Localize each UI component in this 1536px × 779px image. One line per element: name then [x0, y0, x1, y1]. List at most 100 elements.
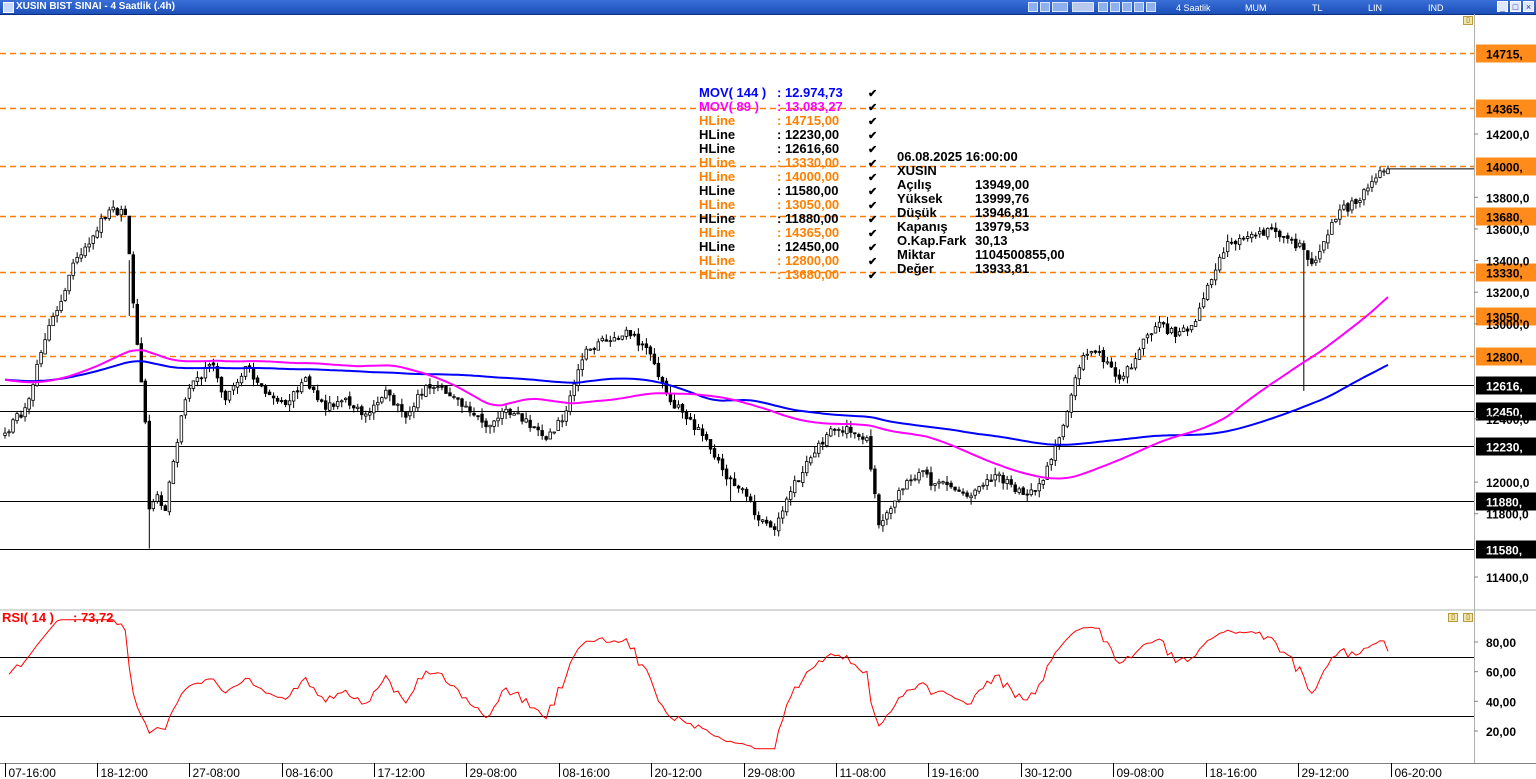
legend-hline-label: HLine [699, 183, 735, 198]
price-tick-label: 12400,0 [1486, 413, 1530, 427]
candle [913, 474, 917, 482]
candle [532, 426, 536, 429]
candle [3, 427, 7, 439]
legend-visibility-check-icon[interactable]: ✔ [868, 116, 877, 128]
candle [1113, 361, 1118, 383]
info-datetime: 06.08.2025 16:00:00 [897, 149, 1018, 164]
candle [416, 389, 420, 412]
legend-visibility-check-icon[interactable]: ✔ [868, 172, 877, 184]
candle [275, 395, 280, 405]
candle [15, 411, 19, 424]
candle [428, 378, 432, 395]
candle [159, 491, 164, 510]
time-tick-label: 27-08:00 [193, 766, 241, 779]
candle [191, 380, 196, 392]
candle [624, 326, 629, 340]
candle [1009, 475, 1013, 488]
candle [1362, 188, 1366, 206]
candle [1089, 350, 1094, 356]
legend-visibility-check-icon[interactable]: ✔ [868, 256, 877, 268]
candle [456, 397, 460, 406]
candle [472, 407, 476, 417]
candle [1350, 197, 1354, 214]
legend-hline-label: HLine [699, 155, 735, 170]
candle [348, 391, 352, 410]
candle [63, 287, 67, 302]
legend-hline-label: HLine [699, 169, 735, 184]
candle [889, 505, 893, 520]
legend-visibility-check-icon[interactable]: ✔ [868, 158, 877, 170]
candle [805, 455, 809, 477]
candle [1274, 222, 1278, 238]
candle [1005, 475, 1009, 490]
legend-visibility-check-icon[interactable]: ✔ [868, 144, 877, 156]
candle [933, 483, 937, 492]
candle [1306, 250, 1310, 267]
candle [616, 335, 621, 341]
legend-visibility-check-icon[interactable]: ✔ [868, 242, 877, 254]
candle [1197, 302, 1202, 321]
candle [520, 413, 524, 425]
legend-visibility-check-icon[interactable]: ✔ [868, 102, 877, 114]
candle [119, 205, 123, 222]
candle [548, 428, 552, 440]
candle [1193, 318, 1198, 327]
candle [307, 374, 312, 390]
candle [231, 382, 236, 395]
candle [1149, 332, 1154, 342]
candle [1310, 252, 1314, 267]
candle [396, 402, 400, 413]
legend-visibility-check-icon[interactable]: ✔ [868, 130, 877, 142]
candle [1201, 292, 1206, 309]
candle [636, 328, 641, 352]
candle [728, 475, 733, 502]
candle [1241, 235, 1246, 241]
candle [1137, 347, 1142, 360]
candle [1105, 356, 1110, 366]
legend-visibility-check-icon[interactable]: ✔ [868, 228, 877, 240]
time-tick-label: 07-16:00 [9, 766, 57, 779]
candle [444, 385, 448, 394]
candle [1330, 218, 1334, 235]
candle [1326, 229, 1330, 249]
candle [259, 383, 264, 388]
legend-visibility-check-icon[interactable]: ✔ [868, 186, 877, 198]
ma-line-144 [4, 360, 1389, 446]
candle [1081, 352, 1086, 372]
candle [724, 464, 729, 486]
legend-visibility-check-icon[interactable]: ✔ [868, 200, 877, 212]
candle [1378, 166, 1382, 179]
candle [1322, 241, 1326, 254]
candle [736, 484, 741, 493]
candle [1366, 183, 1370, 196]
candle [183, 397, 188, 419]
time-tick-label: 20-12:00 [655, 766, 703, 779]
candle [941, 480, 945, 485]
candle [376, 396, 380, 411]
candle [151, 499, 156, 512]
moving-average-layer [4, 296, 1389, 480]
candle [993, 467, 997, 487]
legend-visibility-check-icon[interactable]: ✔ [868, 214, 877, 226]
legend-hline-label: HLine [699, 127, 735, 142]
candle [360, 404, 364, 420]
legend-visibility-check-icon[interactable]: ✔ [868, 88, 877, 100]
candle [877, 493, 881, 529]
info-row-value: 1104500855,00 [975, 247, 1065, 262]
candle [31, 383, 35, 407]
candle [227, 390, 232, 403]
candle [187, 383, 192, 402]
time-tick-label: 11-08:00 [840, 766, 887, 779]
candle [279, 397, 284, 404]
candle [1278, 229, 1282, 242]
legend-visibility-check-icon[interactable]: ✔ [868, 270, 877, 282]
chart-canvas[interactable]: 14715,12230,12616,13330,14000,11580,1305… [0, 0, 1536, 779]
candle [1258, 227, 1262, 238]
info-row-value: 13933,81 [975, 261, 1029, 276]
candle [897, 487, 901, 503]
legend-hline-label: HLine [699, 225, 735, 240]
candle [881, 514, 885, 532]
candle [23, 402, 27, 422]
rsi-value: : 73,72 [73, 610, 113, 625]
hline-tag: 12616, [1476, 376, 1536, 395]
